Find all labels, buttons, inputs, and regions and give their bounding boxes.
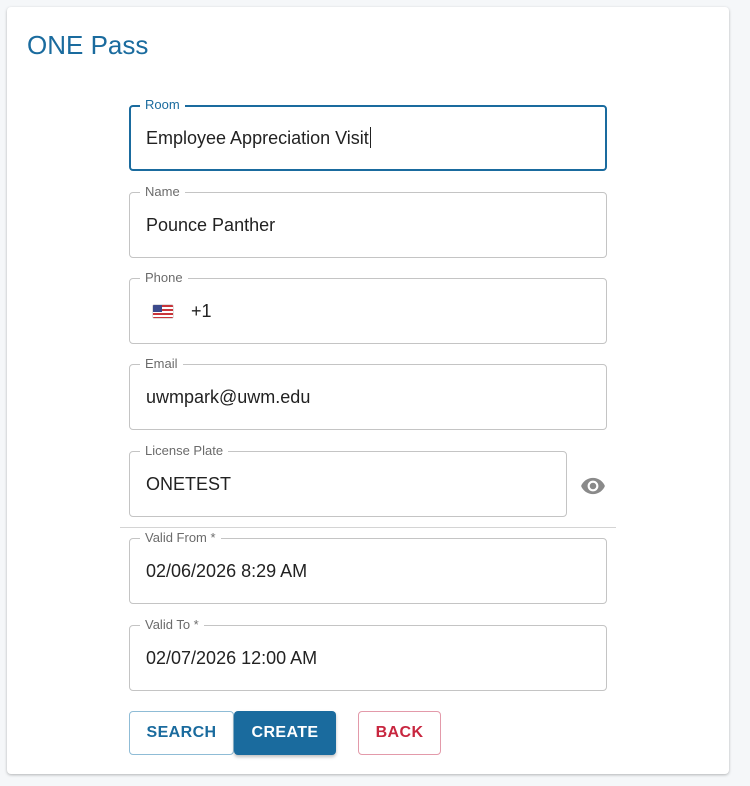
valid-from-field[interactable]: Valid From * 02/06/2026 8:29 AM xyxy=(129,530,607,604)
page-title: ONE Pass xyxy=(27,30,149,60)
license-plate-label: License Plate xyxy=(140,443,229,459)
back-button[interactable]: Back xyxy=(358,711,441,755)
name-label: Name xyxy=(140,184,185,200)
one-pass-card: ONE Pass Room Employee Appreciation Visi… xyxy=(7,7,729,774)
text-caret xyxy=(369,127,371,148)
valid-to-field[interactable]: Valid To * 02/07/2026 12:00 AM xyxy=(129,617,607,691)
room-label: Room xyxy=(140,97,185,113)
phone-input[interactable]: +1 xyxy=(191,299,212,323)
name-field[interactable]: Name Pounce Panther xyxy=(129,184,607,258)
email-label: Email xyxy=(140,356,183,372)
email-input[interactable]: uwmpark@uwm.edu xyxy=(146,385,310,409)
section-divider xyxy=(120,527,616,528)
create-button[interactable]: Create xyxy=(234,711,336,755)
room-field[interactable]: Room Employee Appreciation Visit xyxy=(129,97,607,171)
valid-to-label: Valid To * xyxy=(140,617,204,633)
eye-icon[interactable] xyxy=(580,473,606,499)
search-button[interactable]: Search xyxy=(129,711,234,755)
valid-from-input[interactable]: 02/06/2026 8:29 AM xyxy=(146,559,307,583)
room-input[interactable]: Employee Appreciation Visit xyxy=(146,126,371,150)
license-plate-field[interactable]: License Plate ONETEST xyxy=(129,443,567,517)
phone-label: Phone xyxy=(140,270,188,286)
flag-canton xyxy=(153,305,162,312)
valid-from-label: Valid From * xyxy=(140,530,221,546)
flag-us-icon[interactable] xyxy=(153,305,173,318)
license-plate-input[interactable]: ONETEST xyxy=(146,472,231,496)
name-input[interactable]: Pounce Panther xyxy=(146,213,275,237)
phone-field[interactable]: Phone +1 xyxy=(129,270,607,344)
valid-to-input[interactable]: 02/07/2026 12:00 AM xyxy=(146,646,317,670)
email-field[interactable]: Email uwmpark@uwm.edu xyxy=(129,356,607,430)
